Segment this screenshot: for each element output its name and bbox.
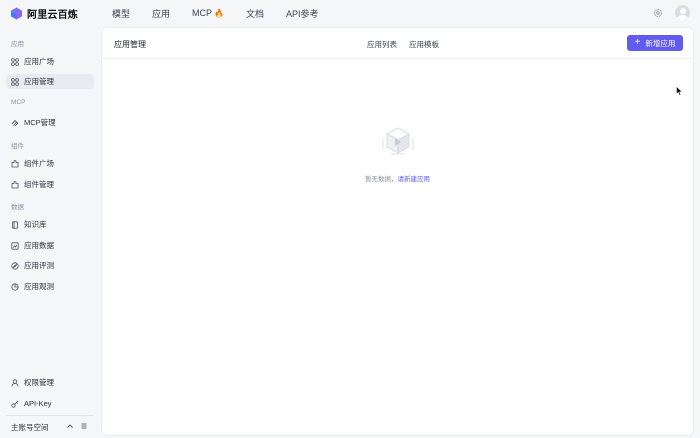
- sidebar-item-label: 应用管理: [24, 77, 54, 86]
- top-bar: 阿里云百炼 模型 应用 MCP 🔥 文档 API参考: [0, 0, 700, 26]
- topnav-apps[interactable]: 应用: [152, 7, 170, 20]
- book-icon: [12, 220, 18, 229]
- chart-icon: [11, 241, 19, 250]
- sidebar-item-label: 组件管理: [24, 180, 54, 189]
- empty-state-box-icon: [382, 127, 414, 155]
- user-icon: [11, 378, 19, 386]
- topnav-label: 文档: [246, 8, 265, 19]
- topnav-models[interactable]: 模型: [112, 7, 130, 20]
- compass-icon: [11, 261, 19, 270]
- topnav-label: MCP: [192, 8, 213, 18]
- fire-icon: 🔥: [214, 8, 224, 18]
- bailian-cube-logo-icon: [10, 6, 23, 20]
- sidebar-item-app-plaza[interactable]: 应用广场: [6, 54, 94, 69]
- sidebar-item-mcp-management[interactable]: MCP管理: [6, 115, 94, 130]
- add-app-button[interactable]: + 新增应用: [627, 35, 683, 51]
- topnav-mcp[interactable]: MCP 🔥: [192, 8, 224, 18]
- sidebar-item-label: 应用广场: [24, 57, 54, 66]
- sidebar-item-permissions[interactable]: 权限管理: [6, 375, 94, 390]
- gear-icon[interactable]: [653, 8, 663, 18]
- topnav-label: API参考: [286, 8, 319, 19]
- plugin-icon: [11, 159, 19, 167]
- sidebar-item-api-key[interactable]: API-Key: [6, 396, 94, 411]
- add-app-button-label: 新增应用: [645, 38, 676, 48]
- header-divider: [102, 58, 693, 59]
- menu-icon[interactable]: [80, 422, 88, 430]
- sidebar-item-label: 组件广场: [24, 159, 54, 168]
- brand-logo[interactable]: 阿里云百炼: [10, 6, 78, 21]
- sidebar-item-label: MCP管理: [24, 118, 56, 127]
- empty-state-message: 暂无数据，请新建应用: [102, 173, 693, 183]
- topnav-docs[interactable]: 文档: [246, 7, 264, 20]
- sidebar-section-data: 数据: [11, 204, 24, 211]
- sidebar-item-label: 应用数据: [24, 241, 54, 250]
- sidebar-item-knowledge-base[interactable]: 知识库: [6, 217, 94, 232]
- sidebar-section-components: 组件: [11, 143, 24, 150]
- account-actions: [66, 422, 94, 430]
- mcp-icon: [11, 119, 19, 126]
- sidebar-section-apps: 应用: [11, 41, 24, 48]
- sidebar-item-component-plaza[interactable]: 组件广场: [6, 156, 94, 171]
- grid-icon: [11, 57, 19, 66]
- view-tabs: 应用列表 应用模板: [367, 39, 451, 50]
- chevron-up-icon[interactable]: [66, 422, 74, 430]
- sidebar-item-app-data[interactable]: 应用数据: [6, 238, 94, 253]
- plus-icon: +: [634, 37, 641, 48]
- sidebar-item-app-evaluation[interactable]: 应用评测: [6, 258, 94, 273]
- create-app-link[interactable]: 请新建应用: [398, 176, 431, 183]
- topnav-api-reference[interactable]: API参考: [286, 7, 319, 20]
- sidebar-item-label: 知识库: [24, 220, 47, 229]
- avatar-icon[interactable]: [675, 5, 690, 20]
- topnav-label: 模型: [112, 8, 131, 19]
- plugin-icon: [11, 180, 19, 188]
- sidebar-section-mcp: MCP: [11, 99, 26, 106]
- sidebar-item-label: 应用评测: [24, 261, 54, 270]
- mouse-cursor-icon: [676, 86, 683, 96]
- sidebar: 应用 应用广场 应用管理 MCP MCP管理 组件 组件广场 组件管理 数据 知…: [0, 26, 100, 438]
- tab-app-list[interactable]: 应用列表: [367, 39, 397, 50]
- sidebar-item-label: 权限管理: [24, 378, 54, 387]
- account-space-switcher[interactable]: 主账号空间: [11, 422, 49, 433]
- sidebar-item-app-management[interactable]: 应用管理: [6, 74, 94, 89]
- pie-icon: [11, 282, 19, 291]
- main-panel: 应用管理 应用列表 应用模板 + 新增应用 暂无数据，请新建应用: [101, 27, 694, 436]
- sidebar-item-app-observation[interactable]: 应用观测: [6, 279, 94, 294]
- key-icon: [11, 400, 19, 408]
- grid-icon: [11, 77, 19, 86]
- sidebar-item-component-management[interactable]: 组件管理: [6, 177, 94, 192]
- tab-app-templates[interactable]: 应用模板: [409, 39, 439, 50]
- empty-state-text: 暂无数据，: [365, 176, 398, 183]
- brand-name: 阿里云百炼: [27, 9, 78, 21]
- top-nav: 模型 应用 MCP 🔥 文档 API参考: [112, 0, 341, 26]
- sidebar-divider: [6, 415, 94, 416]
- sidebar-item-label: API-Key: [24, 399, 52, 408]
- sidebar-item-label: 应用观测: [24, 282, 54, 291]
- page-title: 应用管理: [114, 40, 146, 49]
- topnav-label: 应用: [152, 8, 171, 19]
- header-actions: [653, 5, 690, 20]
